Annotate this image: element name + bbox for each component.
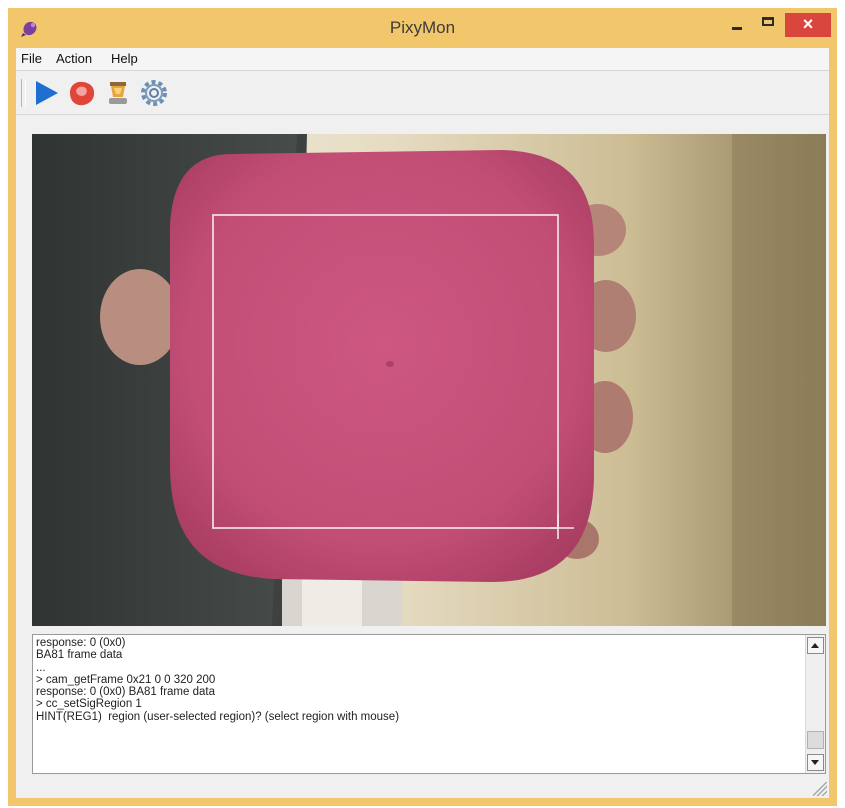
pixymon-window: PixyMon × File Action Help response: 0 (… <box>8 8 837 806</box>
scroll-down-button[interactable] <box>807 754 824 771</box>
console-text: response: 0 (0x0) BA81 frame data ... > … <box>36 637 400 723</box>
close-button[interactable]: × <box>785 13 831 37</box>
raw-video-icon <box>70 81 95 106</box>
close-icon: × <box>802 14 814 34</box>
cooked-video-button[interactable] <box>102 77 134 109</box>
menu-action[interactable]: Action <box>56 51 92 66</box>
toolbar-grip[interactable] <box>21 79 26 107</box>
menu-help[interactable]: Help <box>111 51 138 66</box>
console-scrollbar[interactable] <box>805 635 825 773</box>
raw-video-button[interactable] <box>66 77 98 109</box>
run-button[interactable] <box>30 77 62 109</box>
status-bar <box>16 778 829 798</box>
play-icon <box>36 81 58 105</box>
scroll-thumb[interactable] <box>807 731 824 749</box>
video-view[interactable] <box>32 134 826 626</box>
configure-button[interactable] <box>138 77 170 109</box>
minimize-button[interactable] <box>726 13 748 37</box>
resize-grip[interactable] <box>813 782 827 796</box>
title-bar[interactable]: PixyMon × <box>8 8 837 48</box>
camera-frame-image[interactable] <box>32 134 826 626</box>
menu-bar: File Action Help <box>16 48 829 71</box>
window-title: PixyMon <box>389 18 456 37</box>
gear-icon <box>141 80 167 106</box>
scroll-up-button[interactable] <box>807 637 824 654</box>
console-output[interactable]: response: 0 (0x0) BA81 frame data ... > … <box>32 634 826 774</box>
toolbar <box>16 72 829 115</box>
cooked-video-icon <box>109 82 127 104</box>
maximize-button[interactable] <box>758 13 780 37</box>
client-area: File Action Help response: 0 (0x0) BA81 … <box>16 48 829 798</box>
menu-file[interactable]: File <box>21 51 42 66</box>
